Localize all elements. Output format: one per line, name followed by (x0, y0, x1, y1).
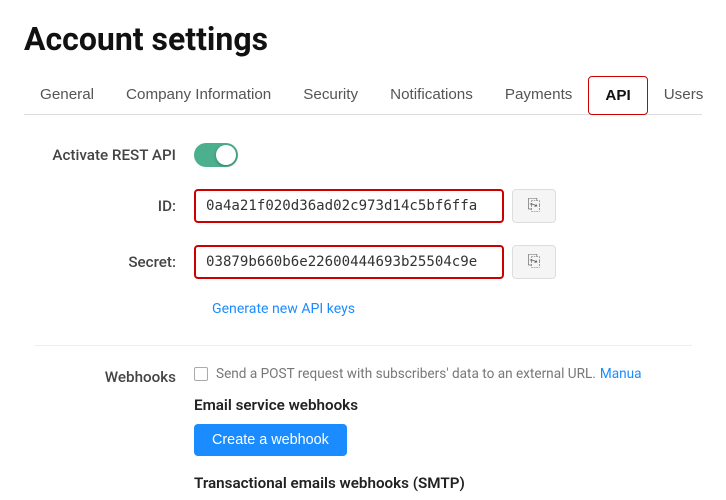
webhooks-checkbox[interactable] (194, 367, 208, 381)
tab-api[interactable]: API (588, 76, 647, 115)
email-webhooks-title: Email service webhooks (194, 396, 692, 414)
section-divider (34, 345, 692, 346)
generate-api-keys-link[interactable]: Generate new API keys (212, 301, 692, 317)
webhooks-label: Webhooks (34, 366, 194, 386)
api-secret-label: Secret: (34, 253, 194, 271)
activate-api-row: Activate REST API (34, 143, 692, 167)
tab-users[interactable]: Users (648, 76, 720, 115)
tab-payments[interactable]: Payments (489, 76, 589, 115)
webhooks-row: Webhooks Send a POST request with subscr… (34, 366, 692, 492)
webhooks-desc-text: Send a POST request with subscribers' da… (216, 366, 596, 382)
api-secret-row: Secret: ⎘ (34, 245, 692, 279)
api-secret-field-wrap: ⎘ (194, 245, 556, 279)
api-secret-input[interactable] (194, 245, 504, 279)
transactional-webhooks-title: Transactional emails webhooks (SMTP) (194, 474, 692, 492)
copy-icon: ⎘ (528, 197, 541, 215)
webhooks-content: Send a POST request with subscribers' da… (194, 366, 692, 492)
create-webhook-button[interactable]: Create a webhook (194, 424, 347, 456)
activate-api-toggle[interactable] (194, 143, 238, 167)
tab-security[interactable]: Security (287, 76, 374, 115)
api-id-copy-button[interactable]: ⎘ (512, 189, 556, 223)
api-id-row: ID: ⎘ (34, 189, 692, 223)
activate-api-label: Activate REST API (34, 146, 194, 164)
tab-bar: General Company Information Security Not… (24, 76, 702, 115)
api-secret-copy-button[interactable]: ⎘ (512, 245, 556, 279)
api-id-input[interactable] (194, 189, 504, 223)
webhooks-manual-link[interactable]: Manua (600, 366, 642, 382)
copy-icon-secret: ⎘ (528, 253, 541, 271)
page-container: Account settings General Company Informa… (0, 0, 726, 492)
tab-company-information[interactable]: Company Information (110, 76, 287, 115)
activate-api-toggle-wrap (194, 143, 238, 167)
api-id-field-wrap: ⎘ (194, 189, 556, 223)
api-id-label: ID: (34, 197, 194, 215)
webhooks-description: Send a POST request with subscribers' da… (194, 366, 692, 382)
page-title: Account settings (24, 20, 702, 58)
main-content: Activate REST API ID: ⎘ Secret: ⎘ (24, 143, 702, 492)
tab-general[interactable]: General (24, 76, 110, 115)
tab-notifications[interactable]: Notifications (374, 76, 489, 115)
